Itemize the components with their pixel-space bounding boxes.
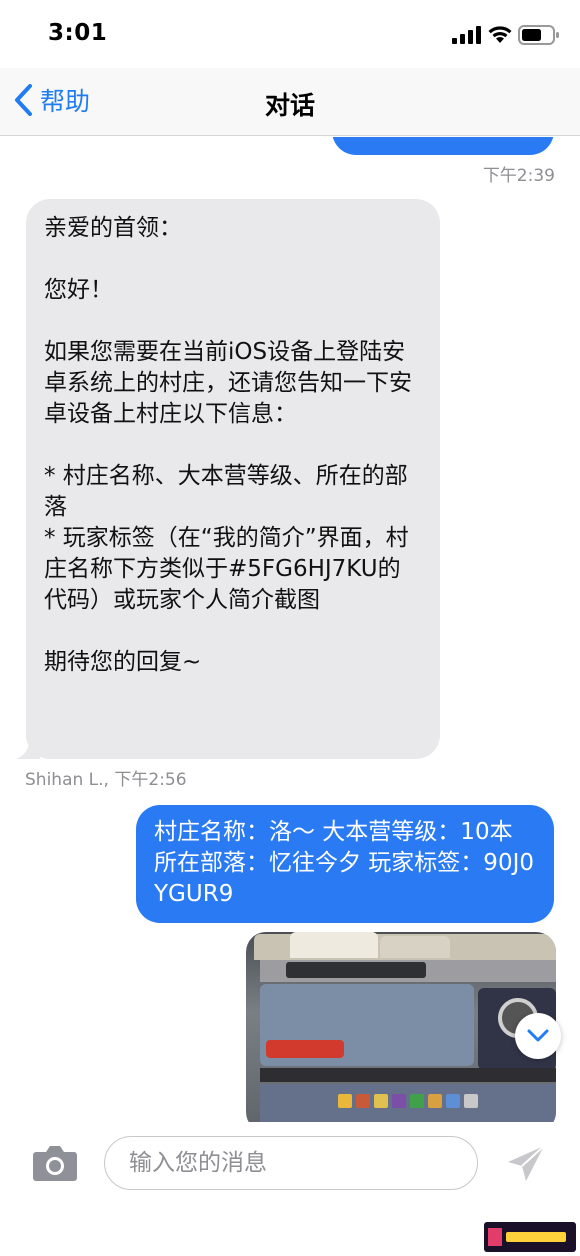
battery-icon [518, 25, 559, 45]
message-input[interactable] [104, 1136, 478, 1190]
screenshot-chip [392, 1094, 406, 1108]
screenshot-stats-bar [260, 1068, 556, 1082]
screenshot-chip [356, 1094, 370, 1108]
conversation-area[interactable]: 下午2:39 亲爱的首领： 您好！ 如果您需要在当前iOS设备上登陆安卓系统上的… [0, 137, 580, 1122]
screenshot-chip [410, 1094, 424, 1108]
screenshot-red-button [266, 1040, 344, 1058]
incoming-message-bubble: 亲爱的首领： 您好！ 如果您需要在当前iOS设备上登陆安卓系统上的村庄，还请您告… [16, 199, 440, 759]
screenshot-tab [380, 936, 450, 958]
scroll-to-bottom-button[interactable] [515, 1013, 561, 1059]
screenshot-bottom-panel [260, 1084, 556, 1122]
status-time: 3:01 [48, 20, 108, 46]
camera-icon[interactable] [32, 1142, 78, 1182]
screenshot-chip [374, 1094, 388, 1108]
screenshot-chip [464, 1094, 478, 1108]
incoming-message-text: 亲爱的首领： 您好！ 如果您需要在当前iOS设备上登陆安卓系统上的村庄，还请您告… [44, 215, 412, 675]
send-icon[interactable] [506, 1144, 546, 1184]
outgoing-message-text: 村庄名称：洛～ 大本营等级：10本 所在部落：忆往今夕 玩家标签：90J0YGU… [154, 819, 534, 907]
screenshot-tab [290, 932, 378, 958]
chevron-down-icon [527, 1029, 549, 1042]
watermark-logo [484, 1222, 576, 1252]
image-attachment[interactable] [246, 932, 556, 1122]
watermark-logo-graphic [488, 1228, 566, 1246]
page-title: 对话 [264, 91, 315, 120]
screenshot-field [286, 962, 426, 978]
screenshot-chip [338, 1094, 352, 1108]
outgoing-message-bubble: 村庄名称：洛～ 大本营等级：10本 所在部落：忆往今夕 玩家标签：90J0YGU… [136, 805, 554, 923]
sender-timestamp: Shihan L., 下午2:56 [25, 770, 187, 790]
signal-icon [452, 26, 481, 44]
wifi-icon [488, 26, 512, 43]
message-timestamp: 下午2:39 [482, 166, 555, 186]
screenshot-chip [446, 1094, 460, 1108]
message-composer [0, 1122, 580, 1220]
bubble-tail [16, 737, 40, 759]
screenshot-chip [428, 1094, 442, 1108]
navigation-bar: 帮助 对话 [0, 68, 580, 136]
previous-outgoing-bubble [332, 137, 554, 155]
status-bar: 3:01 [0, 0, 580, 68]
